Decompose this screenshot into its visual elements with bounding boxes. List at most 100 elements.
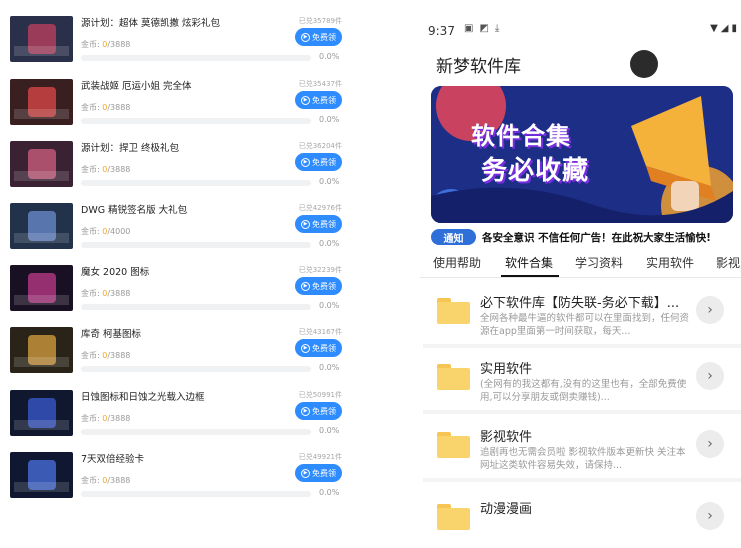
gift-row: DWG 精锐签名版 大礼包 已兑42976件 ▶ 免费领 金币: 0/4000 … xyxy=(0,197,360,259)
gold-cost: 金币: 0/3888 xyxy=(81,351,131,360)
progress-percent: 0.0% xyxy=(319,363,340,372)
software-item[interactable]: 动漫漫画 › xyxy=(423,486,741,548)
gold-total: /3888 xyxy=(107,351,131,360)
progress-bar xyxy=(81,55,311,61)
free-claim-button[interactable]: ▶ 免费领 xyxy=(295,28,342,46)
image-icon: ▣ xyxy=(464,23,474,34)
gift-thumbnail[interactable] xyxy=(10,390,73,436)
tab-5[interactable]: 影视 xyxy=(716,254,740,271)
gold-total: /4000 xyxy=(107,227,131,236)
item-title: 实用软件 xyxy=(480,362,533,377)
play-circle-icon: ▶ xyxy=(301,343,310,353)
progress-percent: 0.0% xyxy=(319,426,340,435)
gift-title: 日蚀图标和日蚀之光载入边框 xyxy=(81,392,205,403)
claimed-count: 已兑36204件 xyxy=(298,142,342,150)
play-circle-icon: ▶ xyxy=(301,281,310,291)
free-claim-button[interactable]: ▶ 免费领 xyxy=(295,402,342,420)
gift-title: 武装战姬 厄运小姐 完全体 xyxy=(81,81,192,92)
tab-4[interactable]: 实用软件 xyxy=(646,254,694,271)
chevron-right-icon[interactable]: › xyxy=(696,296,724,324)
free-claim-button[interactable]: ▶ 免费领 xyxy=(295,277,342,295)
gift-thumbnail[interactable] xyxy=(10,327,73,373)
status-time: 9:37 xyxy=(428,24,455,38)
gold-cost: 金币: 0/3888 xyxy=(81,103,131,112)
notice-bar: 通知 各安全意识 不信任何广告！在此祝大家生活愉快! xyxy=(431,229,741,247)
gold-total: /3888 xyxy=(107,40,131,49)
item-title: 动漫漫画 xyxy=(480,502,533,517)
progress-percent: 0.0% xyxy=(319,239,340,248)
gift-thumbnail[interactable] xyxy=(10,141,73,187)
free-claim-button[interactable]: ▶ 免费领 xyxy=(295,91,342,109)
page-title: 新梦软件库 xyxy=(436,57,521,77)
item-desc: (全网有的我这都有,没有的这里也有，全部免费使用,可以分享朋友或倒卖赚钱)... xyxy=(480,379,687,403)
software-item[interactable]: 实用软件 (全网有的我这都有,没有的这里也有，全部免费使用,可以分享朋友或倒卖赚… xyxy=(423,350,741,412)
tab-3[interactable]: 学习资料 xyxy=(575,254,623,271)
progress-percent: 0.0% xyxy=(319,115,340,124)
category-tabs: 使用帮助 软件合集 学习资料 实用软件 影视 xyxy=(420,254,741,278)
folder-icon xyxy=(437,432,470,458)
promo-banner[interactable]: 软件合集 务必收藏 xyxy=(431,86,733,223)
free-claim-button[interactable]: ▶ 免费领 xyxy=(295,464,342,482)
progress-bar xyxy=(81,242,311,248)
avatar[interactable] xyxy=(630,50,658,78)
progress-percent: 0.0% xyxy=(319,488,340,497)
free-claim-label: 免费领 xyxy=(312,281,336,291)
folder-icon xyxy=(437,504,470,530)
item-separator xyxy=(423,410,741,414)
gift-row: 7天双倍经验卡 已兑49921件 ▶ 免费领 金币: 0/3888 0.0% xyxy=(0,446,360,508)
gift-thumbnail[interactable] xyxy=(10,79,73,125)
gift-title: 源计划：超体 莫德凯撒 炫彩礼包 xyxy=(81,18,221,29)
notice-tag: 通知 xyxy=(431,229,476,245)
progress-percent: 0.0% xyxy=(319,52,340,61)
gift-thumbnail[interactable] xyxy=(10,265,73,311)
progress-percent: 0.0% xyxy=(319,177,340,186)
free-claim-label: 免费领 xyxy=(312,343,336,353)
gift-row: 武装战姬 厄运小姐 完全体 已兑35437件 ▶ 免费领 金币: 0/3888 … xyxy=(0,73,360,135)
gold-total: /3888 xyxy=(107,165,131,174)
tab-1[interactable]: 使用帮助 xyxy=(433,254,481,271)
gold-total: /3888 xyxy=(107,289,131,298)
claimed-count: 已兑42976件 xyxy=(298,204,342,212)
progress-bar xyxy=(81,366,311,372)
free-claim-button[interactable]: ▶ 免费领 xyxy=(295,153,342,171)
status-bar: 9:37 ▣ ◩ ⤓ ▼ ◢ ▮ xyxy=(420,0,741,38)
gift-title: 魔女 2020 图标 xyxy=(81,267,150,278)
free-claim-button[interactable]: ▶ 免费领 xyxy=(295,215,342,233)
chevron-right-icon[interactable]: › xyxy=(696,430,724,458)
folder-icon xyxy=(437,364,470,390)
download-icon: ⤓ xyxy=(494,23,500,34)
claimed-count: 已兑50991件 xyxy=(298,391,342,399)
free-claim-label: 免费领 xyxy=(312,219,336,229)
play-circle-icon: ▶ xyxy=(301,32,310,42)
gold-cost: 金币: 0/3888 xyxy=(81,40,131,49)
battery-icon: ▮ xyxy=(731,23,737,34)
claimed-count: 已兑35437件 xyxy=(298,80,342,88)
play-circle-icon: ▶ xyxy=(301,157,310,167)
signal-icon: ◢ xyxy=(720,23,729,34)
software-item[interactable]: 必下软件库【防失联-务必下载】... 全网各种最牛逼的软件都可以在里面找到，任何… xyxy=(423,284,741,346)
claimed-count: 已兑49921件 xyxy=(298,453,342,461)
claimed-count: 已兑35789件 xyxy=(298,17,342,25)
chevron-right-icon[interactable]: › xyxy=(696,362,724,390)
tabs-divider xyxy=(420,277,741,278)
gift-thumbnail[interactable] xyxy=(10,452,73,498)
free-claim-label: 免费领 xyxy=(312,95,336,105)
free-claim-label: 免费领 xyxy=(312,406,336,416)
gift-thumbnail[interactable] xyxy=(10,16,73,62)
item-title: 必下软件库【防失联-务必下载】... xyxy=(480,296,680,311)
gold-cost: 金币: 0/3888 xyxy=(81,165,131,174)
tab-2[interactable]: 软件合集 xyxy=(505,254,553,271)
progress-bar xyxy=(81,491,311,497)
free-claim-button[interactable]: ▶ 免费领 xyxy=(295,339,342,357)
gift-title: 源计划：捍卫 终极礼包 xyxy=(81,143,180,154)
gift-row: 源计划：超体 莫德凯撒 炫彩礼包 已兑35789件 ▶ 免费领 金币: 0/38… xyxy=(0,10,360,72)
item-desc: 追剧再也无需会员啦 影视软件版本更新快 关注本网址这类软件容易失效，请保持... xyxy=(480,447,686,471)
gift-title: 库奇 柯基图标 xyxy=(81,329,142,340)
chevron-right-icon[interactable]: › xyxy=(696,502,724,530)
item-desc: 全网各种最牛逼的软件都可以在里面找到，任何资源在app里面第一时间获取，每天..… xyxy=(480,313,690,337)
item-separator xyxy=(423,344,741,348)
gold-cost: 金币: 0/3888 xyxy=(81,289,131,298)
software-item[interactable]: 影视软件 追剧再也无需会员啦 影视软件版本更新快 关注本网址这类软件容易失效，请… xyxy=(423,418,741,480)
progress-bar xyxy=(81,304,311,310)
gift-thumbnail[interactable] xyxy=(10,203,73,249)
